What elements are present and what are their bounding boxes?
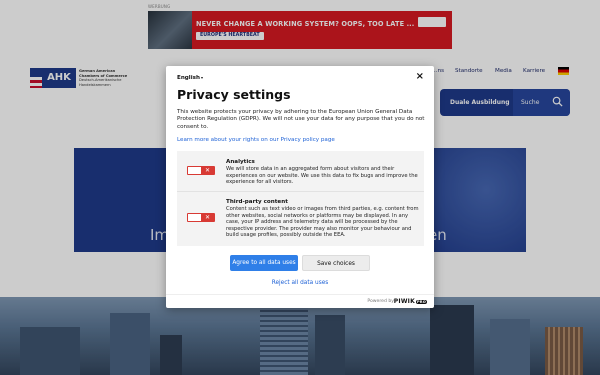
privacy-policy-link[interactable]: Learn more about your rights on our Priv…	[177, 137, 335, 143]
piwik-pro-logo[interactable]: PIWIK PRO	[394, 298, 427, 305]
toggle-off-icon: ✕	[201, 214, 214, 221]
dialog-title: Privacy settings	[177, 87, 291, 102]
privacy-settings-dialog: English▾ × Privacy settings This website…	[166, 66, 434, 308]
brand-name: PIWIK	[393, 298, 415, 305]
third-party-content-toggle[interactable]: ✕	[187, 213, 215, 222]
close-icon[interactable]: ×	[416, 71, 424, 83]
language-dropdown-value: English	[177, 75, 200, 81]
powered-by-footer: Powered by PIWIK PRO	[166, 294, 434, 308]
powered-by-label: Powered by	[367, 299, 394, 304]
analytics-toggle[interactable]: ✕	[187, 166, 215, 175]
agree-all-button[interactable]: Agree to all data uses	[230, 255, 298, 271]
toggle-off-icon: ✕	[201, 167, 214, 174]
dialog-description: This website protects your privacy by ad…	[177, 109, 425, 130]
reject-all-link[interactable]: Reject all data uses	[166, 280, 434, 286]
language-dropdown[interactable]: English▾	[177, 75, 203, 81]
brand-badge: PRO	[415, 299, 427, 304]
consent-categories: ✕ Analytics We will store data in an agg…	[177, 151, 424, 246]
chevron-down-icon: ▾	[200, 75, 203, 80]
analytics-title: Analytics	[226, 159, 255, 165]
save-choices-button[interactable]: Save choices	[302, 255, 370, 271]
analytics-description: We will store data in an aggregated form…	[226, 166, 418, 186]
third-party-content-description: Content such as text video or images fro…	[226, 206, 419, 239]
third-party-content-title: Third-party content	[226, 199, 288, 205]
divider	[177, 191, 424, 192]
